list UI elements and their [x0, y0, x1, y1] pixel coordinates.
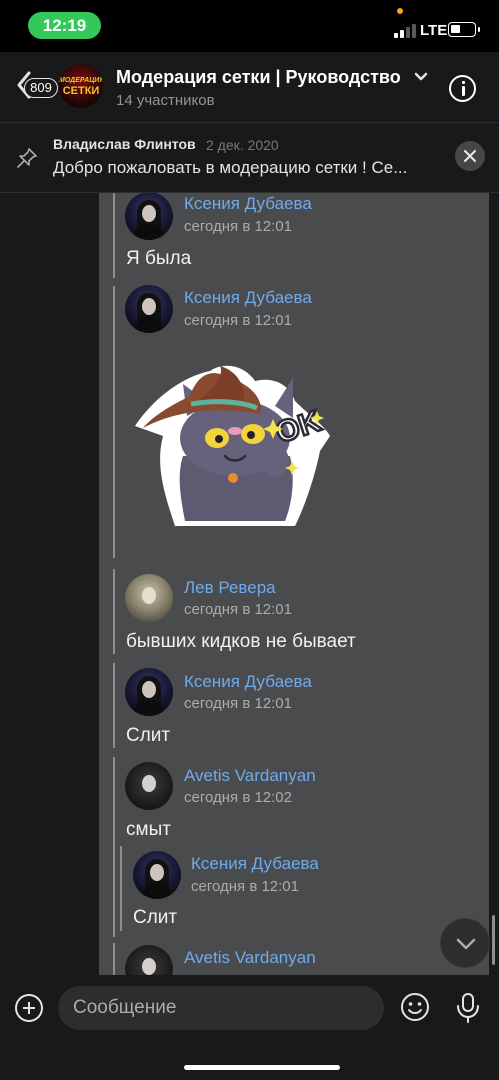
- status-time: 12:19: [28, 12, 101, 39]
- message-author[interactable]: Ксения Дубаева: [184, 288, 312, 308]
- status-bar: 12:19 LTE: [0, 0, 499, 52]
- pinned-message[interactable]: Владислав Флинтов 2 дек. 2020 Добро пожа…: [0, 123, 499, 192]
- emoji-icon[interactable]: [400, 992, 430, 1022]
- battery-tip: [478, 27, 480, 32]
- back-button[interactable]: 809: [8, 64, 58, 104]
- message-text: Я была: [126, 248, 192, 269]
- chat-avatar[interactable]: МОДЕРАЦИЯ СЕТКИ: [59, 64, 103, 108]
- battery-icon: [448, 22, 476, 37]
- network-label: LTE: [420, 22, 448, 39]
- chevron-down-icon[interactable]: [414, 72, 428, 82]
- message-time: сегодня в 12:02: [184, 789, 292, 806]
- message-text: Слит: [126, 725, 171, 746]
- message-author[interactable]: Лев Ревера: [184, 578, 276, 598]
- message-time: сегодня в 12:01: [184, 601, 292, 618]
- reply-time: сегодня в 12:01: [191, 878, 299, 895]
- avatar[interactable]: [125, 762, 173, 810]
- pinned-author: Владислав Флинтов: [53, 136, 196, 152]
- quote-bar: [113, 193, 115, 278]
- avatar[interactable]: [125, 193, 173, 240]
- message-time: сегодня в 12:01: [184, 312, 292, 329]
- avatar-text-line2: СЕТКИ: [62, 85, 100, 97]
- quote-bar: [113, 569, 115, 654]
- scrollbar[interactable]: [492, 915, 495, 965]
- plus-circle-icon[interactable]: [15, 994, 43, 1022]
- message-author[interactable]: Ксения Дубаева: [184, 194, 312, 214]
- reply-author[interactable]: Ксения Дубаева: [191, 854, 319, 874]
- signal-icon: [394, 24, 416, 38]
- pinned-text: Добро пожаловать в модерацию сетки ! Се.…: [53, 158, 408, 177]
- chat-area[interactable]: Ксения Дубаева сегодня в 12:01 Я была Кс…: [0, 193, 499, 975]
- message-time: сегодня в 12:01: [184, 695, 292, 712]
- microphone-icon[interactable]: [455, 992, 481, 1024]
- chat-subtitle: 14 участников: [116, 92, 215, 109]
- avatar-text-line1: МОДЕРАЦИЯ: [59, 77, 103, 84]
- scroll-down-button[interactable]: [440, 918, 490, 968]
- privacy-indicator-dot: [397, 8, 403, 14]
- avatar[interactable]: [133, 851, 181, 899]
- chat-header: 809 МОДЕРАЦИЯ СЕТКИ Модерация сетки | Ру…: [0, 52, 499, 122]
- message-text: смыт: [126, 819, 171, 840]
- quote-bar: [113, 286, 115, 558]
- pin-icon: [17, 148, 37, 168]
- reply-text: Слит: [133, 907, 178, 928]
- quote-bar: [113, 663, 115, 748]
- quote-bar: [113, 943, 115, 975]
- message-author[interactable]: Ксения Дубаева: [184, 672, 312, 692]
- cat-witch-ok-sticker[interactable]: OK: [125, 356, 340, 536]
- message-input[interactable]: [58, 986, 384, 1030]
- close-icon[interactable]: [455, 141, 485, 171]
- message-time: сегодня в 12:01: [184, 218, 292, 235]
- message-author[interactable]: Avetis Vardanyan: [184, 766, 316, 786]
- quote-bar: [113, 757, 115, 937]
- quote-bar: [120, 846, 122, 931]
- unread-count-badge: 809: [24, 78, 58, 98]
- home-indicator[interactable]: [184, 1065, 340, 1070]
- pinned-date: 2 дек. 2020: [206, 137, 279, 153]
- message-author[interactable]: Avetis Vardanyan: [184, 948, 316, 968]
- avatar[interactable]: [125, 285, 173, 333]
- info-icon[interactable]: [449, 75, 476, 102]
- chat-title[interactable]: Модерация сетки | Руководство: [116, 67, 408, 88]
- message-text: бывших кидков не бывает: [126, 631, 356, 652]
- chevron-down-icon: [456, 938, 476, 950]
- avatar[interactable]: [125, 574, 173, 622]
- avatar[interactable]: [125, 668, 173, 716]
